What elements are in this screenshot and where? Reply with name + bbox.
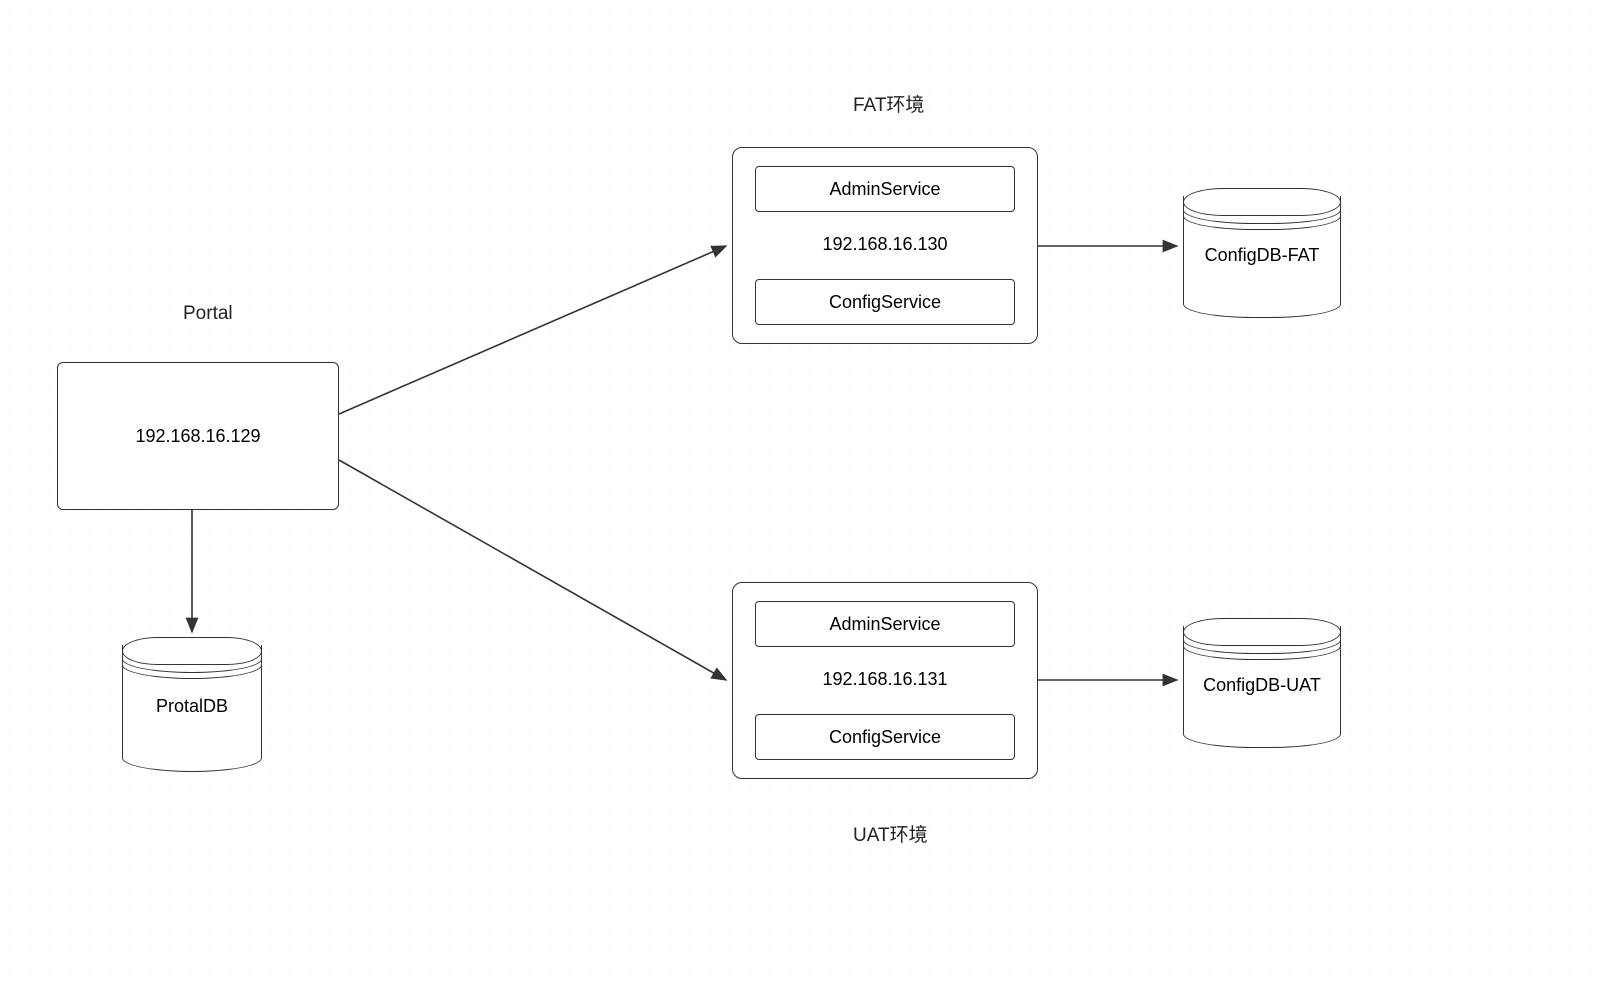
uat-admin-label: AdminService [829,614,940,635]
uat-config-service: ConfigService [755,714,1015,760]
uat-config-label: ConfigService [829,727,941,748]
uat-db: ConfigDB-UAT [1183,618,1341,748]
fat-db-label: ConfigDB-FAT [1183,245,1341,266]
portal-db: ProtalDB [122,637,262,772]
portal-db-label: ProtalDB [122,696,262,717]
fat-config-label: ConfigService [829,292,941,313]
fat-config-service: ConfigService [755,279,1015,325]
fat-db: ConfigDB-FAT [1183,188,1341,318]
uat-db-label: ConfigDB-UAT [1183,675,1341,696]
uat-title: UAT环境 [853,820,928,847]
uat-admin-service: AdminService [755,601,1015,647]
fat-title: FAT环境 [853,90,924,117]
portal-ip: 192.168.16.129 [135,426,260,447]
fat-admin-service: AdminService [755,166,1015,212]
fat-container: AdminService 192.168.16.130 ConfigServic… [732,147,1038,344]
fat-admin-label: AdminService [829,179,940,200]
uat-container: AdminService 192.168.16.131 ConfigServic… [732,582,1038,779]
uat-ip: 192.168.16.131 [733,669,1037,690]
portal-title: Portal [183,303,233,325]
portal-box: 192.168.16.129 [57,362,339,510]
fat-ip: 192.168.16.130 [733,234,1037,255]
